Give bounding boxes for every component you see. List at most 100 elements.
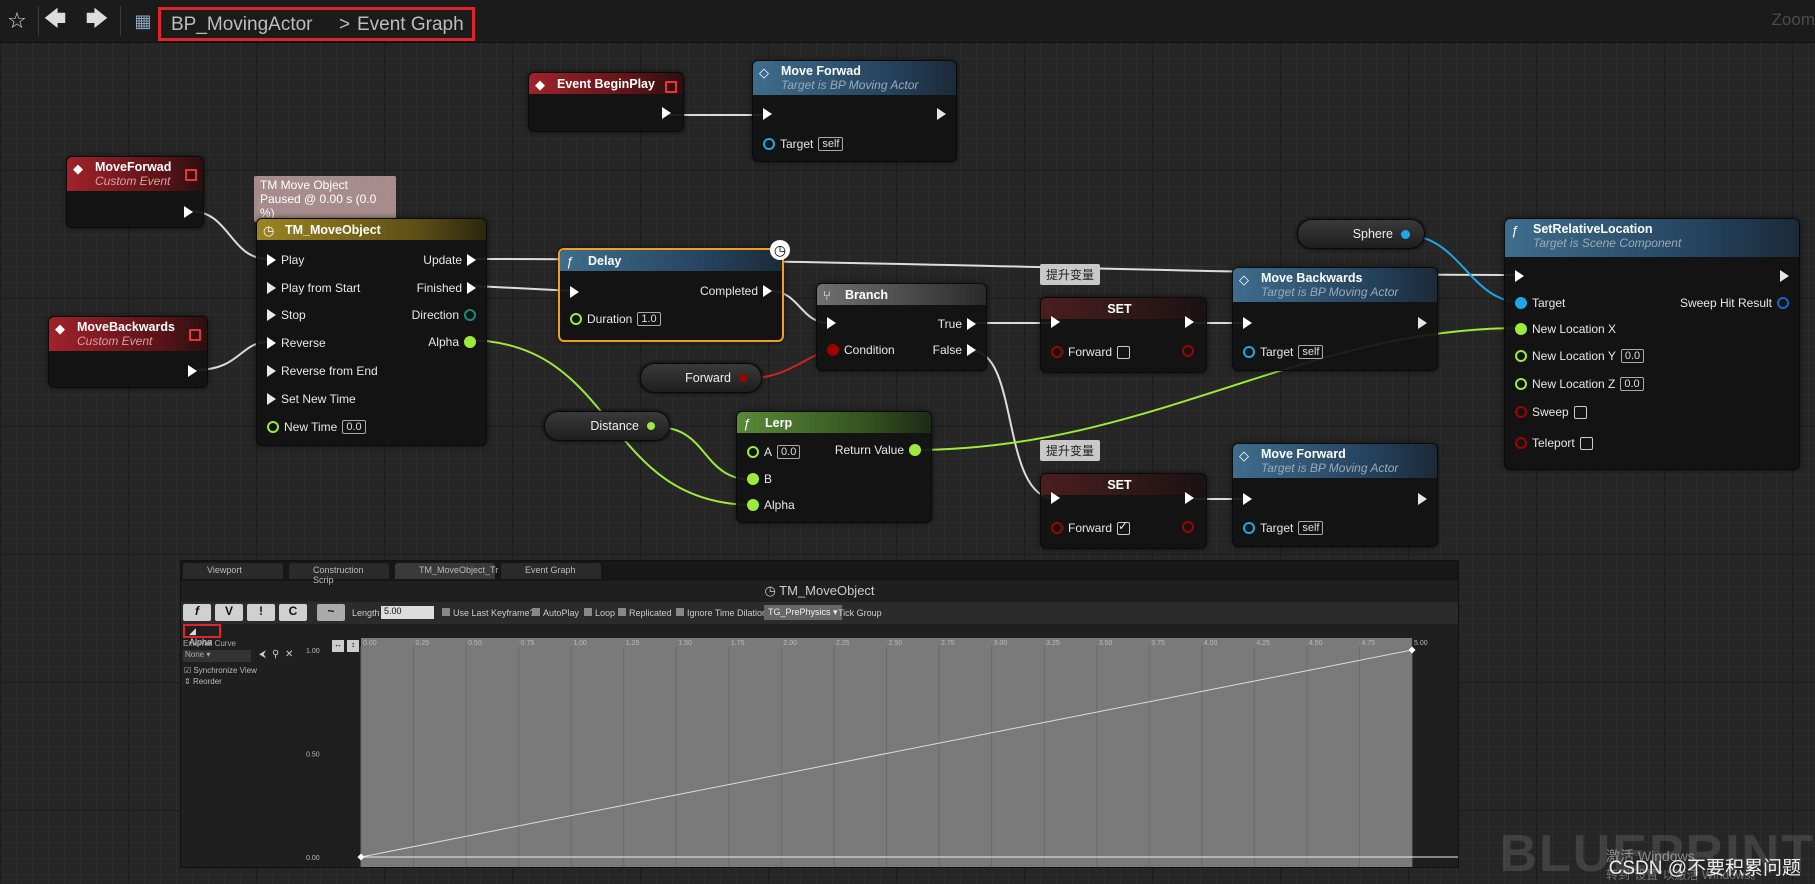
tab-tm-moveobject[interactable]: TM_MoveObject_Tr bbox=[395, 563, 498, 579]
movebackwards-custom-event-node[interactable]: ◆ MoveBackwards Custom Event bbox=[48, 316, 208, 388]
back-arrow-icon[interactable]: 🡄 bbox=[42, 6, 68, 34]
delegate-pin[interactable] bbox=[185, 169, 197, 181]
completed-pin[interactable]: Completed bbox=[700, 284, 772, 298]
set-new-time-pin[interactable]: Set New Time bbox=[267, 392, 356, 406]
exec-out-pin[interactable] bbox=[1418, 317, 1427, 329]
star-icon[interactable]: ☆ bbox=[4, 8, 30, 34]
exec-out-pin[interactable] bbox=[662, 107, 671, 119]
duration-value[interactable]: 1.0 bbox=[637, 312, 661, 326]
exec-in-pin[interactable] bbox=[827, 317, 836, 329]
object-pin[interactable] bbox=[1401, 229, 1410, 239]
sweep-hit-result-pin[interactable]: Sweep Hit Result bbox=[1680, 296, 1789, 310]
exec-in-pin[interactable] bbox=[1051, 316, 1060, 328]
tick-group-dropdown[interactable]: TG_PrePhysics ▾ bbox=[764, 605, 842, 620]
target-pin[interactable]: Target self bbox=[763, 137, 844, 151]
sweep-pin[interactable]: Sweep bbox=[1515, 405, 1587, 419]
condition-pin[interactable]: Condition bbox=[827, 343, 895, 357]
sweep-checkbox[interactable] bbox=[1573, 405, 1587, 419]
ignore-time-dilation-checkbox[interactable] bbox=[676, 608, 684, 616]
move-forward-call-node[interactable]: ◇ Move Forward Target is BP Moving Actor… bbox=[1232, 443, 1438, 547]
loop-checkbox[interactable] bbox=[584, 608, 592, 616]
synchronize-view-option[interactable]: ☑ Synchronize View bbox=[184, 666, 257, 675]
tab-viewport[interactable]: Viewport bbox=[183, 563, 283, 579]
use-last-keyframe-checkbox[interactable] bbox=[442, 608, 450, 616]
tab-construction-script[interactable]: Construction Scrip bbox=[289, 563, 389, 585]
exec-out-pin[interactable] bbox=[1185, 492, 1194, 504]
clear-icon[interactable]: ✕ bbox=[285, 649, 293, 660]
delegate-pin[interactable] bbox=[665, 81, 677, 93]
exec-out-pin[interactable] bbox=[184, 206, 193, 218]
distance-variable-node[interactable]: Distance bbox=[544, 411, 670, 441]
teleport-pin[interactable]: Teleport bbox=[1515, 436, 1593, 450]
finished-pin[interactable]: Finished bbox=[417, 281, 476, 295]
return-value-pin[interactable]: Return Value bbox=[835, 443, 921, 457]
bool-pin[interactable] bbox=[739, 374, 747, 382]
target-pin[interactable]: Target self bbox=[1243, 521, 1324, 535]
exec-in-pin[interactable] bbox=[1243, 493, 1252, 505]
target-value[interactable]: self bbox=[1298, 345, 1324, 359]
add-color-track-button[interactable]: C bbox=[279, 604, 307, 621]
replicated-checkbox[interactable] bbox=[618, 608, 626, 616]
exec-in-pin[interactable] bbox=[1515, 270, 1524, 282]
a-pin[interactable]: A 0.0 bbox=[747, 445, 801, 459]
play-from-start-pin[interactable]: Play from Start bbox=[267, 281, 360, 295]
forward-arrow-icon[interactable]: 🡆 bbox=[84, 6, 110, 34]
forward-pin[interactable]: Forward bbox=[1051, 345, 1131, 359]
tm-moveobject-timeline-node[interactable]: ◷ TM_MoveObject Play Play from Start Sto… bbox=[256, 218, 487, 446]
external-curve-dropdown[interactable]: None ▾ bbox=[183, 650, 251, 662]
a-value[interactable]: 0.0 bbox=[777, 445, 801, 459]
exec-out-pin[interactable] bbox=[937, 108, 946, 120]
direction-pin[interactable]: Direction bbox=[412, 308, 476, 322]
tab-event-graph[interactable]: Event Graph bbox=[501, 563, 601, 579]
target-value[interactable]: self bbox=[1298, 521, 1324, 535]
browse-icon[interactable]: ⚲ bbox=[272, 649, 279, 660]
exec-in-pin[interactable] bbox=[570, 286, 579, 298]
add-event-track-button[interactable]: ! bbox=[247, 604, 275, 621]
breadcrumb-graph[interactable]: Event Graph bbox=[357, 14, 464, 36]
duration-pin[interactable]: Duration 1.0 bbox=[570, 312, 661, 326]
add-float-track-button[interactable]: f bbox=[183, 604, 211, 621]
forward-checkbox[interactable] bbox=[1117, 345, 1131, 359]
curve-editor[interactable]: ↔ ↕ 0.00 0.25 0.50 0.75 1.00 1.25 1.50 1.75 2.00… bbox=[304, 638, 1458, 867]
moveforwad-custom-event-node[interactable]: ◆ MoveForwad Custom Event bbox=[66, 156, 204, 228]
float-pin[interactable] bbox=[647, 422, 655, 430]
b-pin[interactable]: B bbox=[747, 472, 772, 486]
delegate-pin[interactable] bbox=[189, 329, 201, 341]
length-input[interactable]: 5.00 bbox=[381, 606, 434, 619]
alpha-out-pin[interactable]: Alpha bbox=[428, 335, 476, 349]
forward-pin[interactable]: Forward ✓ bbox=[1051, 519, 1131, 535]
target-pin[interactable]: Target self bbox=[1243, 345, 1324, 359]
track-name-label[interactable]: ◢ Alpha bbox=[183, 624, 221, 647]
exec-out-pin[interactable] bbox=[1418, 493, 1427, 505]
event-beginplay-node[interactable]: ◆ Event BeginPlay bbox=[528, 72, 684, 132]
autoplay-checkbox[interactable] bbox=[532, 608, 540, 616]
set-forward-true-node[interactable]: SET Forward ✓ bbox=[1040, 473, 1207, 549]
set-relative-location-node[interactable]: ƒ SetRelativeLocation Target is Scene Co… bbox=[1504, 218, 1800, 470]
new-time-pin[interactable]: New Time 0.0 bbox=[267, 420, 366, 434]
new-location-z-value[interactable]: 0.0 bbox=[1620, 377, 1644, 391]
new-location-y-pin[interactable]: New Location Y 0.0 bbox=[1515, 349, 1645, 363]
forward-out-pin[interactable] bbox=[1182, 521, 1194, 533]
false-pin[interactable]: False bbox=[933, 343, 976, 357]
new-location-x-pin[interactable]: New Location X bbox=[1515, 322, 1616, 336]
exec-out-pin[interactable] bbox=[1780, 270, 1789, 282]
delay-node[interactable]: ƒ Delay ◷ Completed Duration 1.0 bbox=[558, 240, 790, 342]
reverse-from-end-pin[interactable]: Reverse from End bbox=[267, 364, 378, 378]
reorder-option[interactable]: ⇕ Reorder bbox=[184, 677, 222, 686]
target-value[interactable]: self bbox=[818, 137, 844, 151]
lerp-node[interactable]: ƒ Lerp A 0.0 B Alpha Return Value bbox=[736, 411, 932, 523]
sphere-variable-node[interactable]: Sphere bbox=[1297, 219, 1425, 249]
exec-in-pin[interactable] bbox=[763, 108, 772, 120]
breadcrumb-blueprint[interactable]: BP_MovingActor bbox=[171, 14, 313, 36]
branch-node[interactable]: ⑂ Branch Condition True False bbox=[816, 283, 987, 371]
target-pin[interactable]: Target bbox=[1515, 296, 1565, 310]
forward-out-pin[interactable] bbox=[1182, 345, 1194, 357]
add-curve-button[interactable]: ~ bbox=[317, 604, 345, 621]
new-location-z-pin[interactable]: New Location Z 0.0 bbox=[1515, 377, 1644, 391]
stop-pin[interactable]: Stop bbox=[267, 308, 306, 322]
forward-variable-node[interactable]: Forward bbox=[640, 363, 762, 393]
forward-checkbox[interactable]: ✓ bbox=[1117, 519, 1131, 535]
exec-in-pin[interactable] bbox=[1051, 492, 1060, 504]
true-pin[interactable]: True bbox=[938, 317, 976, 331]
add-vector-track-button[interactable]: V bbox=[215, 604, 243, 621]
